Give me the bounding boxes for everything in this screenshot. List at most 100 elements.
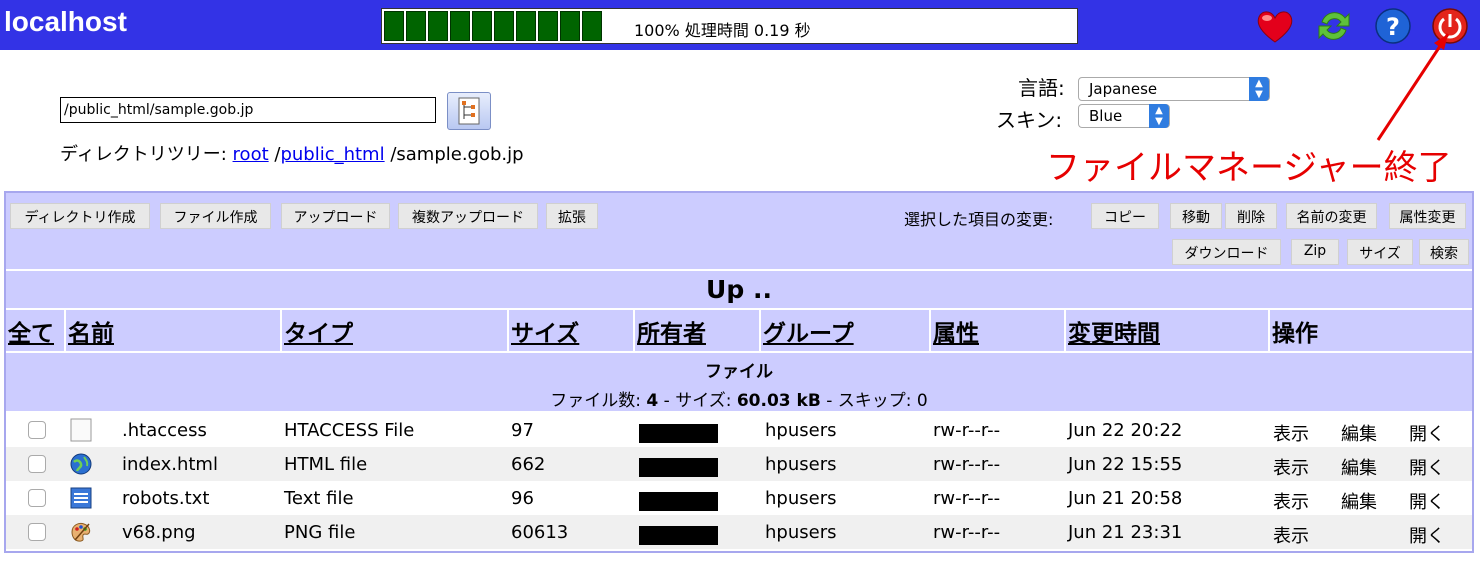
file-group: hpusers	[765, 522, 837, 543]
column-headers: 全て 名前 タイプ サイズ 所有者 グループ 属性 変更時間 操作	[6, 310, 1472, 351]
skin-label: スキン:	[996, 108, 1063, 132]
row-checkbox[interactable]	[28, 421, 46, 439]
file-row: index.html HTML file 662 hpusers rw-r--r…	[6, 447, 1472, 481]
col-mtime[interactable]: 変更時間	[1066, 310, 1268, 351]
html-globe-icon	[70, 453, 92, 475]
file-name-link[interactable]: v68.png	[122, 522, 196, 543]
multi-upload-button[interactable]: 複数アップロード	[398, 203, 538, 229]
breadcrumb-root-link[interactable]: root	[233, 144, 269, 165]
progress-text: 100% 処理時間 0.19 秒	[634, 21, 811, 40]
row-checkbox[interactable]	[28, 455, 46, 473]
file-perms[interactable]: rw-r--r--	[933, 522, 1000, 543]
delete-button[interactable]: 削除	[1225, 203, 1277, 229]
view-link[interactable]: 表示	[1273, 454, 1309, 480]
view-link[interactable]: 表示	[1273, 522, 1309, 548]
col-owner[interactable]: 所有者	[635, 310, 759, 351]
progress-bar	[384, 11, 602, 41]
toolbar: ディレクトリ作成 ファイル作成 アップロード 複数アップロード 拡張 選択した項…	[6, 193, 1472, 269]
edit-link[interactable]: 編集	[1341, 454, 1377, 480]
search-button[interactable]: 検索	[1419, 239, 1469, 265]
breadcrumb: ディレクトリツリー: root /public_html /sample.gob…	[60, 140, 524, 166]
total-size: 60.03 kB	[736, 391, 821, 411]
view-link[interactable]: 表示	[1273, 420, 1309, 446]
file-row: .htaccess HTACCESS File 97 hpusers rw-r-…	[6, 413, 1472, 447]
open-link[interactable]: 開く	[1409, 420, 1445, 446]
files-section-header: ファイル ファイル数: 4 - サイズ: 60.03 kB - スキップ: 0	[6, 353, 1472, 411]
file-type: Text file	[284, 488, 354, 509]
app-title: localhost	[4, 6, 127, 37]
path-input[interactable]	[60, 97, 436, 123]
row-checkbox[interactable]	[28, 523, 46, 541]
annotation-text: ファイルマネージャー終了	[1046, 148, 1452, 188]
annotation-arrow	[1376, 33, 1450, 141]
file-name-link[interactable]: index.html	[122, 454, 218, 475]
col-actions: 操作	[1270, 310, 1472, 351]
up-directory-link[interactable]: Up ..	[6, 271, 1472, 308]
file-group: hpusers	[765, 454, 837, 475]
directory-tree-icon	[458, 97, 480, 125]
file-mtime: Jun 22 20:22	[1068, 420, 1183, 441]
file-perms[interactable]: rw-r--r--	[933, 454, 1000, 475]
file-size: 60613	[511, 522, 569, 543]
refresh-icon[interactable]	[1314, 6, 1354, 46]
owner-redacted	[639, 424, 718, 443]
view-link[interactable]: 表示	[1273, 488, 1309, 514]
skip-label: - スキップ: 0	[820, 391, 928, 411]
skin-value: Blue	[1089, 107, 1123, 125]
file-row: v68.png PNG file 60613 hpusers rw-r--r--…	[6, 515, 1472, 549]
edit-link[interactable]: 編集	[1341, 420, 1377, 446]
language-select[interactable]: Japanese ▲ ▼	[1078, 77, 1270, 101]
col-size[interactable]: サイズ	[509, 310, 633, 351]
file-row: robots.txt Text file 96 hpusers rw-r--r-…	[6, 481, 1472, 515]
col-perms[interactable]: 属性	[931, 310, 1064, 351]
rename-button[interactable]: 名前の変更	[1286, 203, 1377, 229]
progress-box: 100% 処理時間 0.19 秒	[381, 8, 1078, 44]
file-count: 4	[646, 391, 659, 411]
select-arrows-icon: ▲ ▼	[1149, 104, 1169, 128]
file-group: hpusers	[765, 488, 837, 509]
create-file-button[interactable]: ファイル作成	[160, 203, 271, 229]
col-select-all[interactable]: 全て	[6, 310, 64, 351]
extend-button[interactable]: 拡張	[546, 203, 598, 229]
header-bar: localhost 100% 処理時間 0.19 秒 ?	[0, 0, 1480, 50]
file-count-label: ファイル数:	[550, 391, 647, 411]
file-mtime: Jun 21 20:58	[1068, 488, 1183, 509]
dirtree-label: ディレクトリツリー:	[60, 144, 227, 165]
upload-button[interactable]: アップロード	[281, 203, 390, 229]
move-button[interactable]: 移動	[1170, 203, 1222, 229]
edit-link[interactable]: 編集	[1341, 488, 1377, 514]
zip-button[interactable]: Zip	[1291, 239, 1339, 265]
size-button[interactable]: サイズ	[1347, 239, 1413, 265]
open-link[interactable]: 開く	[1409, 522, 1445, 548]
files-summary: ファイル数: 4 - サイズ: 60.03 kB - スキップ: 0	[6, 386, 1472, 411]
heart-icon[interactable]	[1255, 6, 1295, 46]
files-title: ファイル	[705, 362, 773, 382]
open-link[interactable]: 開く	[1409, 488, 1445, 514]
file-size: 97	[511, 420, 534, 441]
file-size: 662	[511, 454, 546, 475]
breadcrumb-public-html-link[interactable]: public_html	[280, 144, 384, 165]
breadcrumb-current: /sample.gob.jp	[384, 144, 524, 165]
download-button[interactable]: ダウンロード	[1172, 239, 1281, 265]
col-name[interactable]: 名前	[66, 310, 280, 351]
file-mtime: Jun 21 23:31	[1068, 522, 1183, 543]
file-name-link[interactable]: .htaccess	[122, 420, 207, 441]
file-manager-panel: ディレクトリ作成 ファイル作成 アップロード 複数アップロード 拡張 選択した項…	[4, 191, 1474, 553]
chmod-button[interactable]: 属性変更	[1389, 203, 1466, 229]
open-link[interactable]: 開く	[1409, 454, 1445, 480]
col-group[interactable]: グループ	[761, 310, 929, 351]
tree-view-button[interactable]	[447, 92, 491, 130]
file-perms[interactable]: rw-r--r--	[933, 420, 1000, 441]
row-checkbox[interactable]	[28, 489, 46, 507]
owner-redacted	[639, 458, 718, 477]
image-palette-icon	[71, 522, 91, 542]
breadcrumb-separator: /	[268, 144, 281, 165]
skin-select[interactable]: Blue ▲ ▼	[1078, 104, 1170, 128]
file-name-link[interactable]: robots.txt	[122, 488, 209, 509]
copy-button[interactable]: コピー	[1091, 203, 1159, 229]
col-type[interactable]: タイプ	[282, 310, 507, 351]
mkdir-button[interactable]: ディレクトリ作成	[10, 203, 150, 229]
select-arrows-icon: ▲ ▼	[1249, 77, 1269, 101]
file-perms[interactable]: rw-r--r--	[933, 488, 1000, 509]
language-value: Japanese	[1089, 80, 1158, 98]
